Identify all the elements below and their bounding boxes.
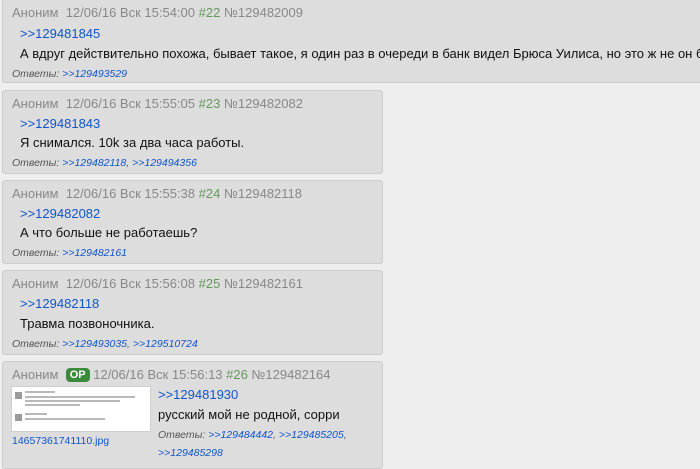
post-24: Аноним 12/06/16 Вск 15:55:38 #24 №129482…	[2, 180, 383, 264]
post-datetime: 12/06/16 Вск 15:55:38	[65, 186, 195, 201]
reply-link[interactable]: >>129485205	[279, 429, 344, 441]
thumb-text-line	[25, 404, 80, 406]
reply-link[interactable]: >>129482118	[62, 157, 126, 169]
replies-label: Ответы:	[12, 157, 60, 169]
reply-link[interactable]: >>129493529	[62, 68, 127, 80]
post-replies-continued: >>129485298	[158, 447, 223, 459]
replies-label: Ответы:	[12, 338, 60, 350]
attachment-thumbnail[interactable]	[11, 386, 151, 432]
post-id[interactable]: №129482082	[224, 96, 303, 111]
thumb-text-line	[25, 391, 55, 393]
replies-label: Ответы:	[158, 429, 206, 441]
post-reflink[interactable]: >>129482118	[20, 296, 99, 311]
post-datetime: 12/06/16 Вск 15:56:13	[93, 367, 223, 382]
post-reflink[interactable]: >>129481843	[20, 116, 100, 131]
post-author: Аноним	[12, 96, 59, 111]
post-text: А вдруг действительно похожа, бывает так…	[20, 46, 700, 61]
post-text: русский мой не родной, сорри	[158, 407, 340, 422]
post-reflink[interactable]: >>129482082	[20, 206, 100, 221]
post-25: Аноним 12/06/16 Вск 15:56:08 #25 №129482…	[2, 270, 383, 355]
post-header: Аноним 12/06/16 Вск 15:54:00 #22 №129482…	[12, 5, 303, 20]
post-id[interactable]: №129482009	[224, 5, 303, 20]
reply-link[interactable]: >>129494356	[132, 157, 197, 169]
post-header: Аноним OP 12/06/16 Вск 15:56:13 #26 №129…	[12, 367, 331, 382]
post-author: Аноним	[12, 5, 59, 20]
post-text: Травма позвоночника.	[20, 316, 155, 331]
post-22: Аноним 12/06/16 Вск 15:54:00 #22 №129482…	[2, 0, 700, 83]
post-index[interactable]: #26	[226, 367, 248, 382]
thumb-text-line	[25, 413, 47, 415]
post-header: Аноним 12/06/16 Вск 15:55:38 #24 №129482…	[12, 186, 302, 201]
post-id[interactable]: №129482164	[251, 367, 330, 382]
post-datetime: 12/06/16 Вск 15:55:05	[65, 96, 195, 111]
thumb-text-line	[25, 418, 105, 420]
post-26: Аноним OP 12/06/16 Вск 15:56:13 #26 №129…	[2, 361, 383, 469]
post-replies: Ответы: >>129493529	[12, 68, 127, 80]
post-datetime: 12/06/16 Вск 15:54:00	[65, 5, 195, 20]
post-author: Аноним	[12, 186, 59, 201]
post-datetime: 12/06/16 Вск 15:56:08	[65, 276, 195, 291]
post-23: Аноним 12/06/16 Вск 15:55:05 #23 №129482…	[2, 90, 383, 174]
replies-label: Ответы:	[12, 247, 60, 259]
reply-link[interactable]: >>129510724	[133, 338, 198, 350]
post-header: Аноним 12/06/16 Вск 15:55:05 #23 №129482…	[12, 96, 303, 111]
attachment-filename[interactable]: 14657361741110.jpg	[12, 435, 109, 447]
op-badge: OP	[65, 368, 90, 382]
post-replies: Ответы: >>129482161	[12, 247, 127, 259]
reply-link[interactable]: >>129485298	[158, 447, 223, 459]
post-text: А что больше не работаешь?	[20, 225, 198, 240]
reply-link[interactable]: >>129482161	[62, 247, 127, 259]
post-id[interactable]: №129482161	[224, 276, 303, 291]
post-author: Аноним	[12, 367, 59, 382]
post-author: Аноним	[12, 276, 59, 291]
reply-link[interactable]: >>129493035	[62, 338, 127, 350]
post-header: Аноним 12/06/16 Вск 15:56:08 #25 №129482…	[12, 276, 303, 291]
post-replies: Ответы: >>129493035, >>129510724	[12, 338, 198, 350]
post-reflink[interactable]: >>129481930	[158, 387, 238, 402]
post-reflink[interactable]: >>129481845	[20, 26, 100, 41]
thumb-text-line	[25, 400, 120, 402]
post-index[interactable]: #25	[199, 276, 221, 291]
thumb-avatar	[15, 414, 22, 421]
replies-label: Ответы:	[12, 68, 60, 80]
post-id[interactable]: №129482118	[224, 186, 302, 201]
post-index[interactable]: #23	[199, 96, 221, 111]
post-index[interactable]: #24	[199, 186, 221, 201]
post-replies: Ответы: >>129484442, >>129485205,	[158, 429, 347, 441]
thumb-text-line	[25, 396, 135, 398]
post-text: Я снимался. 10k за два часа работы.	[20, 135, 245, 150]
reply-link[interactable]: >>129484442	[208, 429, 273, 441]
thumb-avatar	[15, 392, 22, 399]
post-index[interactable]: #22	[199, 5, 221, 20]
post-replies: Ответы: >>129482118, >>129494356	[12, 157, 197, 169]
